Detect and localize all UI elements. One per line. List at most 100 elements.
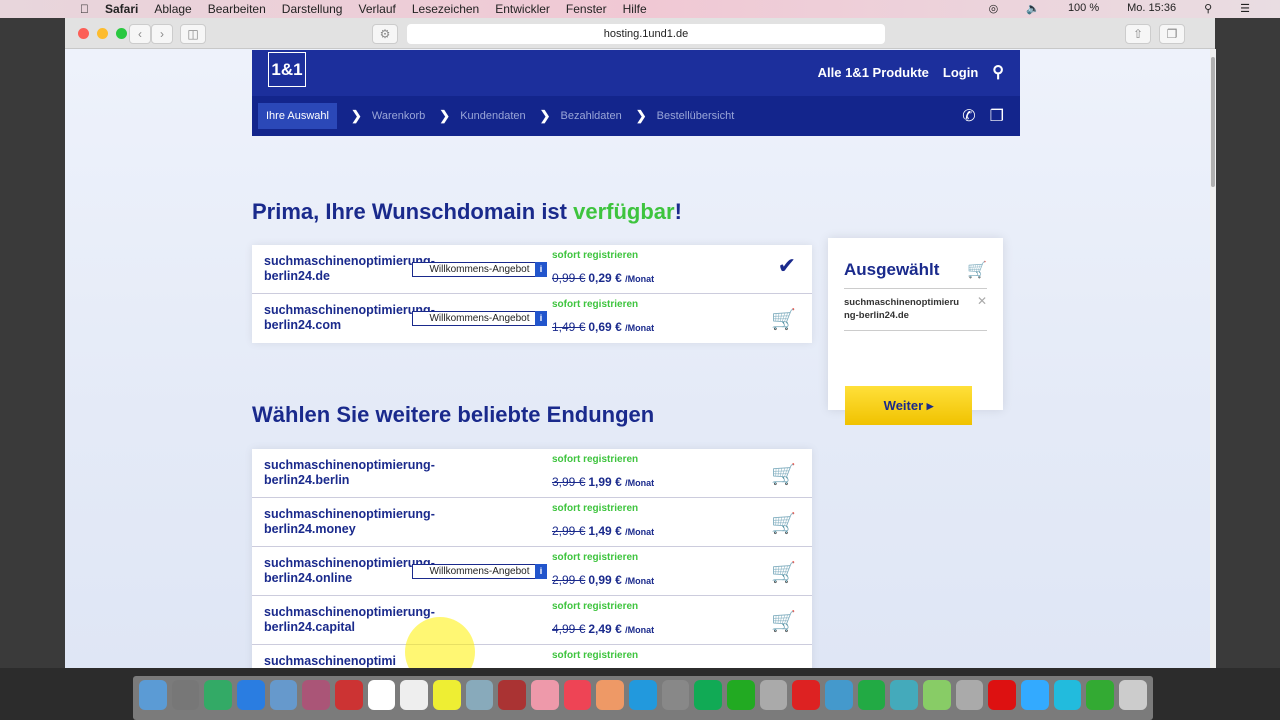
dock-app-icon[interactable]: [857, 680, 886, 710]
availability-headline: Prima, Ihre Wunschdomain ist verfügbar!: [252, 199, 682, 225]
dock-app-icon[interactable]: [1119, 680, 1147, 710]
volume-icon[interactable]: 🔈: [1026, 2, 1040, 15]
forward-button[interactable]: ›: [151, 24, 173, 44]
dock-app-icon[interactable]: [759, 680, 788, 710]
dock-app-icon[interactable]: [204, 680, 233, 710]
info-icon[interactable]: i: [535, 564, 547, 579]
dock-bar: [133, 676, 1153, 720]
domain-row[interactable]: suchmaschinenoptimi sofort registrieren: [252, 645, 812, 668]
close-window-button[interactable]: [78, 28, 89, 39]
add-to-cart-icon[interactable]: 🛒: [771, 511, 796, 536]
menu-safari[interactable]: Safari: [105, 2, 138, 16]
back-button[interactable]: ‹: [129, 24, 151, 44]
menu-entwickler[interactable]: Entwickler: [495, 2, 550, 16]
dock-app-icon[interactable]: [531, 680, 559, 710]
dock-app-icon[interactable]: [171, 680, 200, 710]
dock-app-icon[interactable]: [1053, 680, 1082, 710]
domain-row[interactable]: suchmaschinenoptimierung-berlin24.berlin…: [252, 449, 812, 498]
domain-name: suchmaschinenoptimierung-berlin24.online: [264, 556, 435, 585]
dock-app-icon[interactable]: [694, 680, 723, 710]
continue-button[interactable]: Weiter ▸: [845, 386, 972, 425]
tabs-icon[interactable]: ❐: [1159, 24, 1185, 44]
dock-app-icon[interactable]: [825, 680, 853, 710]
sidebar-icon[interactable]: ◫: [180, 24, 206, 44]
welcome-offer-badge[interactable]: Willkommens-Angebot i: [412, 262, 547, 277]
offer-label: Willkommens-Angebot: [429, 264, 530, 275]
selected-panel: Ausgewählt 🛒 suchmaschinenoptimierung-be…: [828, 238, 1003, 410]
dock-app-icon[interactable]: [237, 680, 265, 710]
notification-icon[interactable]: ☰: [1240, 2, 1250, 15]
dock-app-icon[interactable]: [890, 680, 919, 710]
domain-row[interactable]: suchmaschinenoptimierung-berlin24.de Wil…: [252, 245, 812, 294]
dock-app-icon[interactable]: [955, 680, 984, 710]
site-header: 1&1 Alle 1&1 Produkte Login ⚲: [252, 50, 1020, 96]
dock-app-icon[interactable]: [596, 680, 625, 710]
spotlight-icon[interactable]: ⚲: [1204, 2, 1212, 15]
step-kundendaten: Kundendaten: [460, 110, 526, 122]
dock-app-icon[interactable]: [727, 680, 755, 710]
domain-row[interactable]: suchmaschinenoptimierung-berlin24.com Wi…: [252, 294, 812, 343]
domain-row[interactable]: suchmaschinenoptimierung-berlin24.online…: [252, 547, 812, 596]
domain-name: suchmaschinenoptimi: [264, 654, 396, 668]
menu-hilfe[interactable]: Hilfe: [623, 2, 647, 16]
add-to-cart-icon[interactable]: 🛒: [771, 462, 796, 487]
chat-icon[interactable]: ❐: [990, 106, 1004, 126]
menu-ablage[interactable]: Ablage: [154, 2, 191, 16]
dock-app-icon[interactable]: [465, 680, 494, 710]
battery-status[interactable]: 100 %: [1068, 2, 1099, 15]
add-to-cart-icon[interactable]: 🛒: [771, 609, 796, 634]
zoom-window-button[interactable]: [116, 28, 127, 39]
status-text: sofort registrieren: [552, 454, 639, 465]
wifi-icon[interactable]: ◎: [989, 2, 999, 15]
dock-app-icon[interactable]: [139, 680, 167, 710]
phone-icon[interactable]: ✆: [962, 106, 975, 126]
domain-row[interactable]: suchmaschinenoptimierung-berlin24.capita…: [252, 596, 812, 645]
dock-app-icon[interactable]: [400, 680, 429, 710]
dock-app-icon[interactable]: [302, 680, 331, 710]
welcome-offer-badge[interactable]: Willkommens-Angebot i: [412, 311, 547, 326]
dock-app-icon[interactable]: [433, 680, 461, 710]
menu-fenster[interactable]: Fenster: [566, 2, 607, 16]
dock-app-icon[interactable]: [1021, 680, 1049, 710]
menu-darstellung[interactable]: Darstellung: [282, 2, 343, 16]
primary-domain-list: suchmaschinenoptimierung-berlin24.de Wil…: [252, 245, 812, 343]
login-link[interactable]: Login: [943, 65, 978, 80]
clock[interactable]: Mo. 15:36: [1127, 2, 1176, 15]
all-products-link[interactable]: Alle 1&1 Produkte: [818, 65, 929, 80]
share-icon[interactable]: ⇧: [1125, 24, 1151, 44]
extension-icon[interactable]: ⚙: [372, 24, 398, 44]
info-icon[interactable]: i: [535, 262, 547, 277]
menu-lesezeichen[interactable]: Lesezeichen: [412, 2, 479, 16]
dock-app-icon[interactable]: [367, 680, 396, 710]
welcome-offer-badge[interactable]: Willkommens-Angebot i: [412, 564, 547, 579]
dock-app-icon[interactable]: [563, 680, 592, 710]
search-icon[interactable]: ⚲: [992, 62, 1004, 82]
apple-menu[interactable]: : [80, 2, 89, 16]
domain-row[interactable]: suchmaschinenoptimierung-berlin24.money s…: [252, 498, 812, 547]
info-icon[interactable]: i: [535, 311, 547, 326]
dock-app-icon[interactable]: [629, 680, 657, 710]
dock-app-icon[interactable]: [1086, 680, 1115, 710]
menu-verlauf[interactable]: Verlauf: [358, 2, 395, 16]
step-ihre-auswahl[interactable]: Ihre Auswahl: [258, 103, 337, 129]
web-page: 1&1 Alle 1&1 Produkte Login ⚲ Ihre Auswa…: [65, 49, 1210, 668]
dock-app-icon[interactable]: [335, 680, 363, 710]
price-unit: /Monat: [625, 323, 655, 333]
add-to-cart-icon[interactable]: 🛒: [771, 560, 796, 585]
add-to-cart-icon[interactable]: 🛒: [771, 307, 796, 332]
dock-app-icon[interactable]: [269, 680, 298, 710]
remove-icon[interactable]: ✕: [977, 294, 987, 308]
brand-logo[interactable]: 1&1: [268, 52, 306, 87]
dock-app-icon[interactable]: [923, 680, 951, 710]
scrollbar[interactable]: [1210, 49, 1216, 668]
dock-app-icon[interactable]: [498, 680, 527, 710]
divider: [844, 288, 987, 289]
dock-app-icon[interactable]: [988, 680, 1017, 710]
checkmark-icon[interactable]: ✔: [778, 253, 796, 279]
chevron-right-icon: ❯: [635, 108, 647, 123]
address-bar[interactable]: hosting.1und1.de: [407, 24, 885, 44]
dock-app-icon[interactable]: [792, 680, 821, 710]
dock-app-icon[interactable]: [661, 680, 690, 710]
minimize-window-button[interactable]: [97, 28, 108, 39]
menu-bearbeiten[interactable]: Bearbeiten: [208, 2, 266, 16]
